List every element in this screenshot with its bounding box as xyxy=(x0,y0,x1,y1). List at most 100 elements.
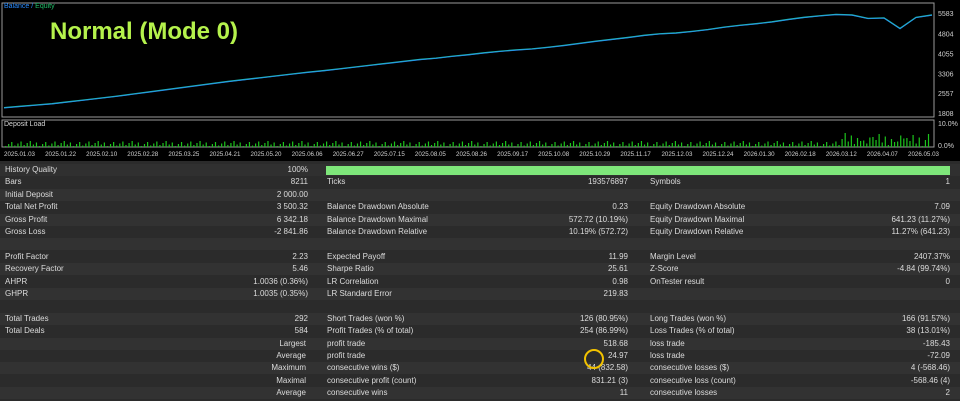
deposit-load-bar xyxy=(156,141,158,147)
deposit-load-bar xyxy=(767,141,769,147)
deposit-load-bar xyxy=(298,143,300,147)
deposit-load-bar xyxy=(344,146,346,147)
deposit-load-bar xyxy=(816,142,818,147)
deposit-load-bar xyxy=(770,145,772,147)
deposit-load-bar xyxy=(319,145,322,147)
deposit-load-bar xyxy=(103,142,105,147)
report-row: History Quality 100% xyxy=(0,164,960,176)
deposit-load-bar xyxy=(322,143,325,147)
deposit-load-bar xyxy=(755,144,757,147)
row-value: 1 xyxy=(945,177,950,187)
row-label: LR Standard Error xyxy=(327,289,392,298)
deposit-load-bar xyxy=(356,143,359,147)
deposit-load-bar xyxy=(258,141,260,147)
deposit-load-bar xyxy=(730,143,732,147)
deposit-load-bar xyxy=(449,144,451,147)
deposit-load-bar xyxy=(162,143,164,147)
deposit-load-bar xyxy=(128,143,130,147)
deposit-load-bar xyxy=(819,146,822,147)
x-tick-label: 2025.02.10 xyxy=(86,151,118,158)
deposit-load-bar xyxy=(446,146,448,147)
deposit-load-bar xyxy=(847,141,849,147)
deposit-load-bar xyxy=(261,145,263,147)
deposit-load-bar xyxy=(492,143,494,147)
chart-area: 5583 4804 4055 3306 2557 1808 10.0% 0.0% 2025.01… xyxy=(0,0,960,160)
deposit-load-bar xyxy=(387,145,389,147)
x-tick-label: 2025.06.06 xyxy=(292,151,324,158)
deposit-load-bar xyxy=(400,143,402,147)
deposit-load-bar xyxy=(863,140,865,147)
deposit-load-bar xyxy=(489,145,491,147)
x-tick-label: 2026.03.12 xyxy=(826,151,858,158)
deposit-load-bar xyxy=(217,145,220,147)
row-value: 25.61 xyxy=(607,264,628,274)
deposit-load-bar xyxy=(196,143,198,147)
deposit-load-bar xyxy=(406,144,408,147)
deposit-load-bar xyxy=(822,144,825,147)
deposit-load-bar xyxy=(696,143,698,147)
deposit-load-label: Deposit Load xyxy=(4,121,46,128)
row-label: Ticks xyxy=(327,177,346,187)
row-label: Symbols xyxy=(650,177,681,187)
row-label: Gross Loss xyxy=(5,227,46,236)
deposit-load-bar xyxy=(131,141,133,147)
report-row: Total Net Profit 3 500.32 Balance Drawdown… xyxy=(0,201,960,213)
deposit-load-bar xyxy=(17,143,19,147)
report-row: Initial Deposit 2 000.00 xyxy=(0,188,960,201)
deposit-load-bar xyxy=(353,145,355,147)
deposit-load-bar xyxy=(335,141,337,147)
y-tick-label: 4804 xyxy=(938,32,954,39)
deposit-load-bar xyxy=(347,144,349,147)
deposit-load-bar xyxy=(915,143,917,147)
row-value: -185.43 xyxy=(922,338,950,348)
deposit-load-bar xyxy=(890,139,893,147)
deposit-load-bar xyxy=(184,145,186,147)
deposit-load-bar xyxy=(684,146,686,147)
deposit-load-bar xyxy=(742,141,744,147)
row-value: 0.23 xyxy=(612,202,628,212)
report-table: History Quality 100% Bars 8211 Ticks 19357689… xyxy=(0,161,960,401)
deposit-load-bar xyxy=(708,141,710,147)
x-tick-label: 2025.04.21 xyxy=(209,151,241,158)
deposit-load-bar xyxy=(748,142,751,147)
deposit-load-bar xyxy=(566,145,568,147)
deposit-load-bar xyxy=(236,144,238,147)
deposit-load-bar xyxy=(285,145,288,147)
row-label: Margin Level xyxy=(650,251,696,261)
deposit-load-bar xyxy=(359,141,362,147)
deposit-load-bar xyxy=(227,145,229,147)
report-row: Gross Profit 6 342.18 Balance Drawdown Max… xyxy=(0,213,960,226)
deposit-load-bar xyxy=(180,142,183,147)
row-value: 4 (-568.46) xyxy=(910,363,950,373)
row-label: loss trade xyxy=(650,351,685,360)
deposit-load-bar xyxy=(214,142,217,147)
highlight-circle xyxy=(584,349,604,369)
deposit-load-bar xyxy=(381,144,383,147)
deposit-load-bar xyxy=(474,144,476,147)
deposit-load-bar xyxy=(872,137,874,147)
deposit-load-bar xyxy=(72,146,75,147)
deposit-load-bar xyxy=(866,143,868,147)
deposit-load-bar xyxy=(313,144,315,147)
row-value: 2407.37% xyxy=(913,251,950,261)
deposit-load-bar xyxy=(443,142,445,147)
deposit-load-bar xyxy=(69,142,72,147)
deposit-load-bar xyxy=(282,142,284,147)
row-label: LR Correlation xyxy=(327,276,379,286)
deposit-load-bar xyxy=(430,145,433,147)
x-tick-label: 2025.10.29 xyxy=(579,151,611,158)
y-tick-label: 3306 xyxy=(938,71,954,78)
deposit-load-bar xyxy=(57,145,59,147)
deposit-load-bar xyxy=(869,137,871,147)
x-tick-label: 2025.10.08 xyxy=(538,151,570,158)
report-row: Average profit trade 24.97 loss trade -72.09 xyxy=(0,350,960,362)
x-tick-label: 2025.12.24 xyxy=(703,151,735,158)
deposit-load-bar xyxy=(199,141,201,147)
deposit-load-bar xyxy=(579,142,581,147)
x-tick-label: 2025.06.27 xyxy=(333,151,365,158)
deposit-load-bar xyxy=(912,135,914,147)
row-label: Short Trades (won %) xyxy=(327,313,405,323)
row-label: loss trade xyxy=(650,338,685,348)
deposit-load-bar xyxy=(526,143,528,147)
deposit-load-bar xyxy=(597,141,599,147)
